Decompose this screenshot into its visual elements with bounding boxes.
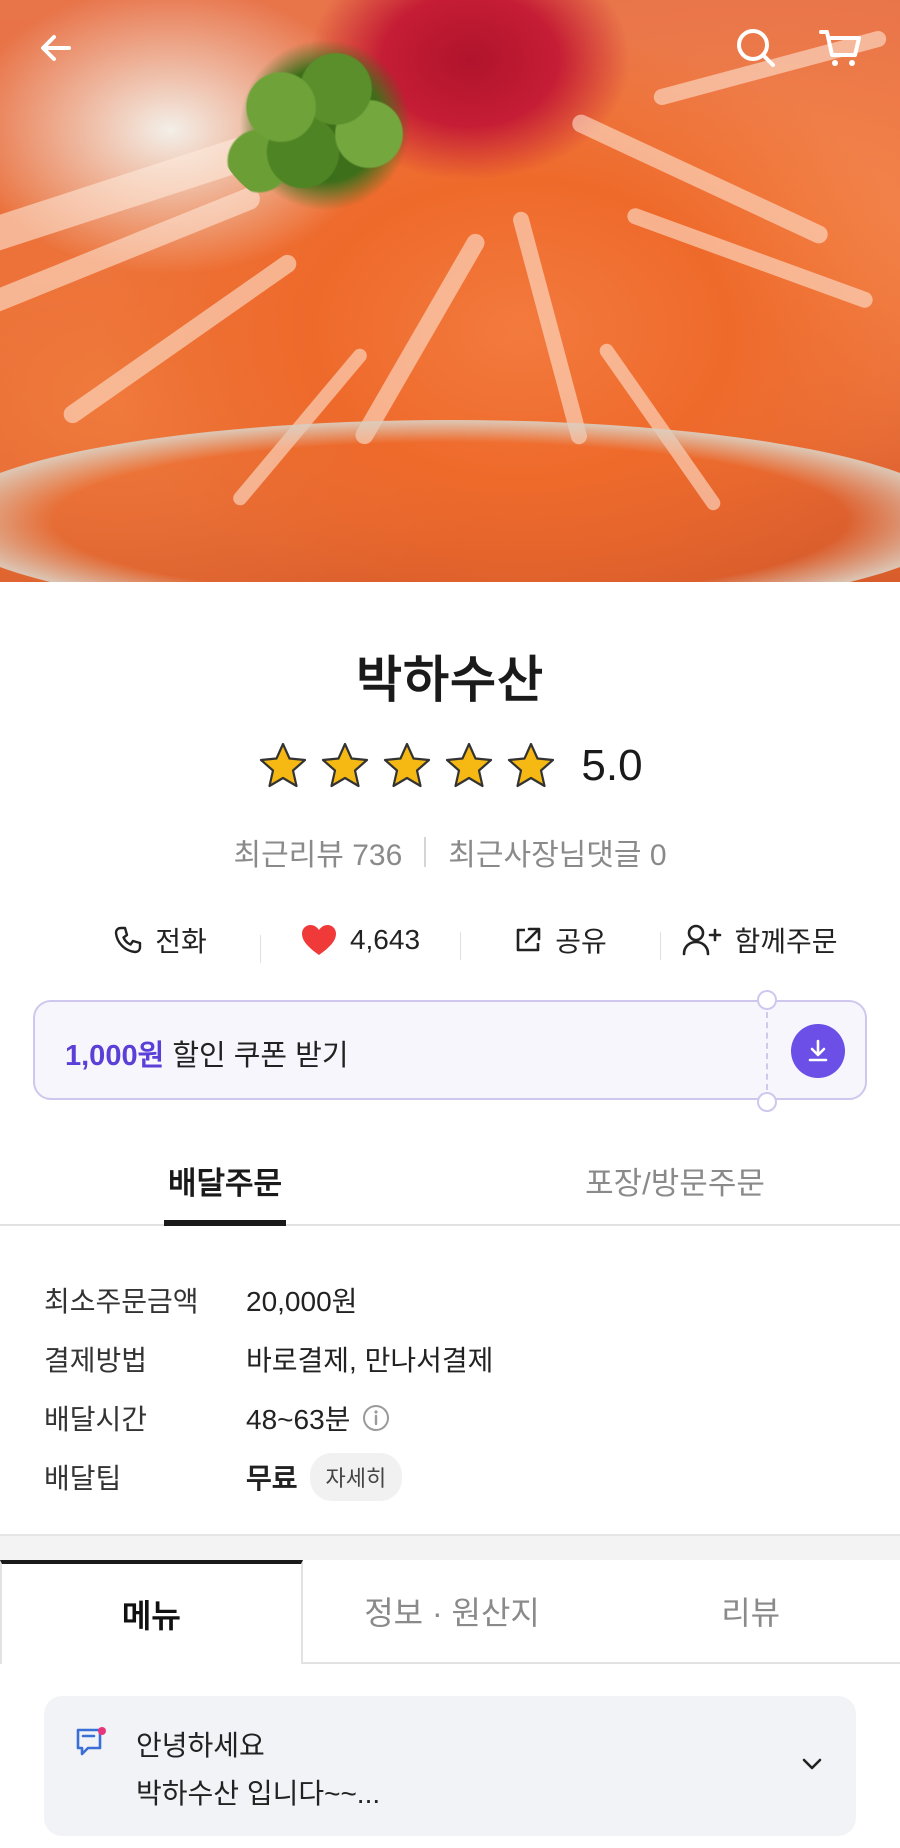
delivery-tip-detail-button[interactable]: 자세히 xyxy=(309,1452,403,1501)
share-icon xyxy=(516,927,541,952)
payment-value: 바로결제, 만나서결제 xyxy=(246,1344,494,1376)
delivery-time-group: 48~63분 xyxy=(246,1398,390,1438)
notice-line-2: 박하수산 입니다~~... xyxy=(136,1778,381,1809)
call-label: 전화 xyxy=(155,926,207,957)
share-label: 공유 xyxy=(555,926,607,957)
group-order-button[interactable]: 함께주문 xyxy=(660,920,860,960)
owner-notice[interactable]: 안녕하세요 박하수산 입니다~~... xyxy=(44,1696,856,1836)
search-icon xyxy=(737,29,775,67)
delivery-info: 최소주문금액 20,000원 결제방법 바로결제, 만나서결제 배달시간 48~… xyxy=(44,1270,864,1506)
rating-value: 5.0 xyxy=(581,741,643,790)
divider xyxy=(424,837,427,867)
store-hero-image xyxy=(0,0,900,582)
tab-reviews[interactable]: 리뷰 xyxy=(601,1560,900,1664)
store-section-tabs: 메뉴 정보 · 원산지 리뷰 xyxy=(0,1560,900,1664)
star-icon xyxy=(508,742,555,788)
info-row-delivery-time: 배달시간 48~63분 xyxy=(44,1388,864,1447)
info-row-delivery-tip: 배달팁 무료 자세히 xyxy=(44,1447,864,1506)
coupon-banner[interactable]: 1,000원 할인 쿠폰 받기 xyxy=(33,990,867,1112)
recent-reviews-link[interactable]: 최근리뷰 736 xyxy=(233,830,402,874)
delivery-tip-value: 무료 xyxy=(246,1462,298,1494)
coupon-notch xyxy=(757,1092,777,1112)
notice-icon xyxy=(76,1727,106,1756)
tab-info-origin[interactable]: 정보 · 원산지 xyxy=(302,1560,602,1664)
download-icon xyxy=(808,1039,828,1062)
tab-pickup[interactable]: 포장/방문주문 xyxy=(450,1150,900,1224)
delivery-time-value: 48~63분 xyxy=(246,1403,351,1435)
back-button[interactable] xyxy=(30,22,82,74)
owner-replies-link[interactable]: 최근사장님댓글 0 xyxy=(448,830,666,874)
search-button[interactable] xyxy=(730,22,782,74)
info-icon[interactable] xyxy=(362,1404,390,1432)
notice-line-1: 안녕하세요 xyxy=(136,1730,265,1761)
order-type-tabs: 배달주문 포장/방문주문 xyxy=(0,1150,900,1226)
notice-area: 안녕하세요 박하수산 입니다~~... xyxy=(0,1664,900,1848)
delivery-time-label: 배달시간 xyxy=(44,1403,148,1435)
cart-button[interactable] xyxy=(815,22,867,74)
chevron-down-icon[interactable] xyxy=(798,1750,826,1778)
delivery-tip-group: 무료 자세히 xyxy=(246,1452,403,1501)
cart-icon xyxy=(819,30,861,66)
tab-menu[interactable]: 메뉴 xyxy=(0,1560,303,1664)
tab-delivery[interactable]: 배달주문 xyxy=(0,1150,450,1224)
star-icon xyxy=(384,742,431,788)
info-row-min-order: 최소주문금액 20,000원 xyxy=(44,1270,864,1329)
delivery-tip-label: 배달팁 xyxy=(44,1462,122,1494)
coupon-label: 할인 쿠폰 받기 xyxy=(164,1040,349,1072)
review-summary: 최근리뷰 736 최근사장님댓글 0 xyxy=(0,830,900,874)
section-divider xyxy=(0,1534,900,1560)
coupon-notch xyxy=(757,990,777,1010)
call-button[interactable]: 전화 xyxy=(60,920,260,960)
heart-icon xyxy=(301,925,336,955)
min-order-label: 최소주문금액 xyxy=(44,1285,199,1317)
payment-label: 결제방법 xyxy=(44,1344,148,1376)
star-icon xyxy=(260,742,307,788)
add-person-icon xyxy=(683,924,722,956)
like-count: 4,643 xyxy=(349,924,421,955)
coupon-download-button[interactable] xyxy=(791,1024,845,1078)
store-name: 박하수산 xyxy=(356,651,544,709)
min-order-value: 20,000원 xyxy=(246,1285,358,1317)
like-button[interactable]: 4,643 xyxy=(260,923,460,963)
coupon-text: 1,000원 할인 쿠폰 받기 xyxy=(65,1032,349,1074)
phone-icon xyxy=(115,926,142,954)
arrow-left-icon xyxy=(41,35,71,61)
share-button[interactable]: 공유 xyxy=(460,920,660,960)
coupon-divider xyxy=(766,1012,768,1090)
rating-row: 5.0 xyxy=(0,740,900,792)
coupon-amount: 1,000원 xyxy=(65,1040,165,1072)
star-icon xyxy=(322,742,369,788)
info-row-payment: 결제방법 바로결제, 만나서결제 xyxy=(44,1329,864,1388)
group-order-label: 함께주문 xyxy=(734,926,838,957)
star-icon xyxy=(446,742,493,788)
store-actions: 전화 4,643 공유 함께주문 xyxy=(60,915,860,965)
